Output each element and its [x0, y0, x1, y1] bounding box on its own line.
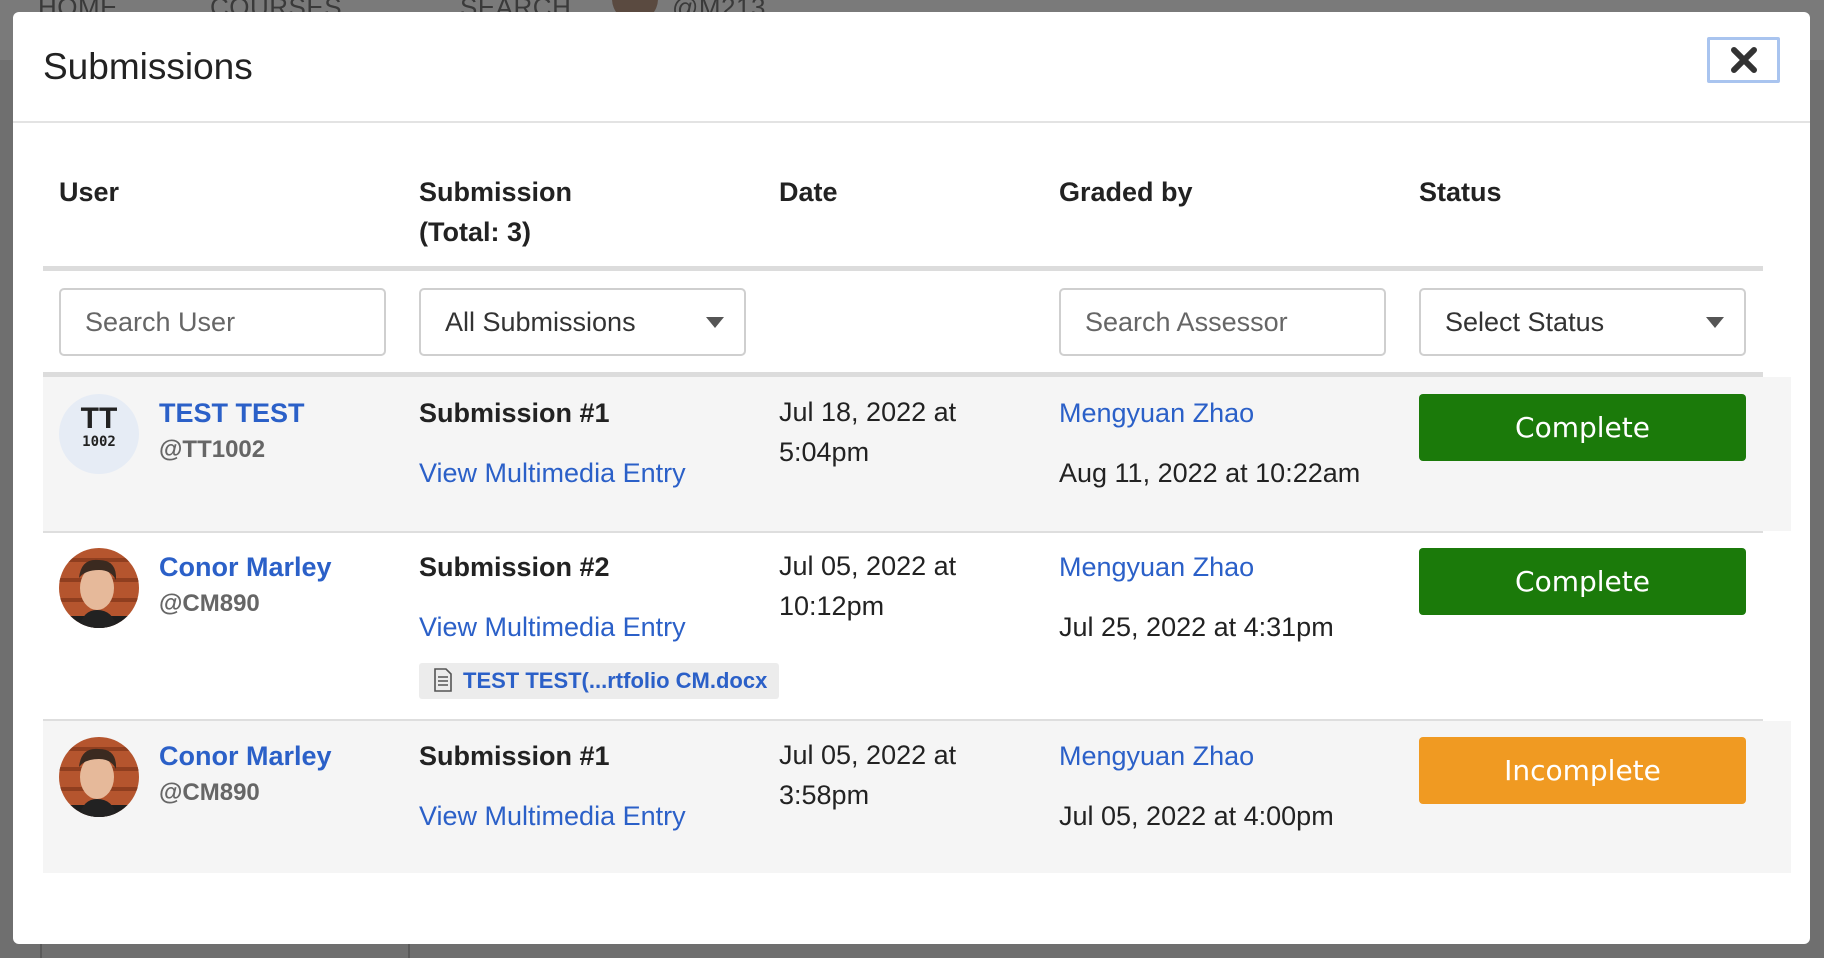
user-handle: @CM890	[159, 779, 260, 806]
user-name-link[interactable]: Conor Marley	[159, 552, 332, 583]
graded-date: Jul 25, 2022 at 4:31pm	[1059, 612, 1334, 642]
attachment-chip[interactable]: TEST TEST(...rtfolio CM.docx	[419, 663, 780, 699]
header-user: User	[59, 177, 120, 207]
submission-time-line: 3:58pm	[779, 780, 870, 810]
status-filter-value: Select Status	[1445, 307, 1605, 337]
graded-date: Aug 11, 2022 at 10:22am	[1059, 458, 1361, 488]
user-handle: @TT1002	[159, 436, 266, 463]
graded-date: Jul 05, 2022 at 4:00pm	[1059, 801, 1334, 831]
submission-date-line: Jul 05, 2022 at	[779, 551, 957, 581]
caret-down-icon	[1706, 317, 1724, 328]
row-divider	[43, 531, 1763, 533]
close-button[interactable]	[1707, 37, 1780, 83]
user-name-link[interactable]: TEST TEST	[159, 398, 305, 429]
avatar-initials: TT	[80, 402, 118, 435]
submission-time-line: 10:12pm	[779, 591, 885, 621]
modal-header: Submissions	[13, 12, 1810, 123]
avatar	[59, 548, 139, 628]
avatar-code: 1002	[82, 434, 116, 450]
status-button[interactable]: Incomplete	[1419, 737, 1746, 804]
submission-title: Submission #2	[419, 552, 610, 582]
submission-filter-value: All Submissions	[445, 307, 636, 337]
header-submission: Submission (Total: 3)	[419, 172, 572, 252]
grader-link[interactable]: Mengyuan Zhao	[1059, 552, 1254, 583]
status-button[interactable]: Complete	[1419, 548, 1746, 615]
header-submission-label: Submission	[419, 177, 573, 207]
document-icon	[434, 668, 452, 692]
search-user-input[interactable]	[59, 288, 386, 356]
view-multimedia-entry-link[interactable]: View Multimedia Entry	[419, 612, 686, 643]
status-button[interactable]: Complete	[1419, 394, 1746, 461]
header-divider	[43, 266, 1763, 271]
grader-link[interactable]: Mengyuan Zhao	[1059, 741, 1254, 772]
submission-title: Submission #1	[419, 741, 610, 771]
header-date: Date	[779, 177, 838, 207]
status-filter-select[interactable]: Select Status	[1419, 288, 1746, 356]
grader-link[interactable]: Mengyuan Zhao	[1059, 398, 1254, 429]
avatar: TT 1002	[59, 394, 139, 474]
submission-title: Submission #1	[419, 398, 610, 428]
avatar	[59, 737, 139, 817]
submission-date: Jul 05, 2022 at 10:12pm	[779, 546, 956, 626]
submission-filter-select[interactable]: All Submissions	[419, 288, 746, 356]
submission-time-line: 5:04pm	[779, 437, 870, 467]
user-name-link[interactable]: Conor Marley	[159, 741, 332, 772]
submission-date-line: Jul 18, 2022 at	[779, 397, 957, 427]
close-icon	[1730, 47, 1757, 73]
view-multimedia-entry-link[interactable]: View Multimedia Entry	[419, 801, 686, 832]
view-multimedia-entry-link[interactable]: View Multimedia Entry	[419, 458, 686, 489]
modal-title: Submissions	[43, 46, 253, 87]
search-assessor-input[interactable]	[1059, 288, 1386, 356]
submission-date-line: Jul 05, 2022 at	[779, 740, 957, 770]
submission-date: Jul 05, 2022 at 3:58pm	[779, 735, 956, 815]
user-handle: @CM890	[159, 590, 260, 617]
attachment-filename: TEST TEST(...rtfolio CM.docx	[463, 668, 768, 693]
user-photo	[59, 548, 139, 628]
header-graded-by: Graded by	[1059, 177, 1193, 207]
header-status: Status	[1419, 177, 1502, 207]
submission-date: Jul 18, 2022 at 5:04pm	[779, 392, 956, 472]
caret-down-icon	[706, 317, 724, 328]
header-submission-total: (Total: 3)	[419, 217, 531, 247]
user-photo	[59, 737, 139, 817]
submissions-modal: Submissions User Submission (Total: 3) D…	[13, 12, 1810, 944]
